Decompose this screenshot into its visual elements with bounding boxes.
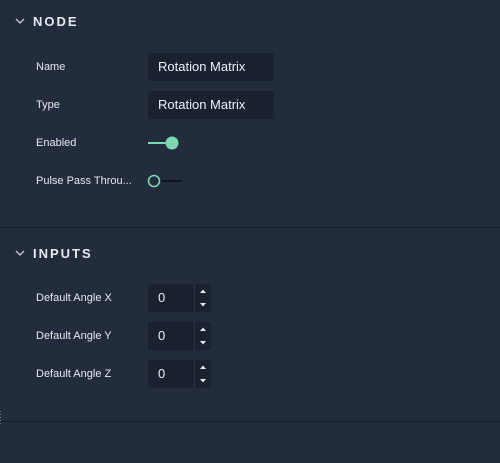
section-divider <box>0 421 500 422</box>
caret-down-icon[interactable] <box>195 336 211 350</box>
default-angle-z-stepper[interactable]: 0 <box>148 360 211 388</box>
default-angle-x-stepper[interactable]: 0 <box>148 284 211 312</box>
inputs-section-header[interactable]: INPUTS <box>0 241 500 265</box>
node-section-title: NODE <box>33 13 79 29</box>
default-angle-x-label: Default Angle X <box>36 292 112 304</box>
caret-up-icon[interactable] <box>195 322 211 336</box>
pulse-pass-through-label: Pulse Pass Throu... <box>36 175 132 187</box>
caret-down-icon[interactable] <box>195 298 211 312</box>
name-label: Name <box>36 61 66 73</box>
default-angle-y-stepper[interactable]: 0 <box>148 322 211 350</box>
default-angle-x-value[interactable]: 0 <box>158 284 165 312</box>
default-angle-z-value[interactable]: 0 <box>158 360 165 388</box>
default-angle-y-value[interactable]: 0 <box>158 322 165 350</box>
node-section-header[interactable]: NODE <box>0 9 500 33</box>
pulse-pass-through-toggle[interactable] <box>146 173 186 189</box>
chevron-down-icon[interactable] <box>14 15 26 27</box>
default-angle-z-label: Default Angle Z <box>36 368 112 380</box>
default-angle-y-label: Default Angle Y <box>36 330 112 342</box>
caret-up-icon[interactable] <box>195 284 211 298</box>
chevron-down-icon[interactable] <box>14 247 26 259</box>
resize-grip-icon[interactable] <box>0 410 3 426</box>
enabled-toggle[interactable] <box>146 135 186 151</box>
caret-down-icon[interactable] <box>195 374 211 388</box>
name-field[interactable]: Rotation Matrix <box>148 53 274 81</box>
stepper-buttons <box>194 284 211 312</box>
inputs-section-title: INPUTS <box>33 245 93 261</box>
section-divider <box>0 227 500 228</box>
enabled-label: Enabled <box>36 137 77 149</box>
type-label: Type <box>36 99 60 111</box>
stepper-buttons <box>194 322 211 350</box>
caret-up-icon[interactable] <box>195 360 211 374</box>
type-field: Rotation Matrix <box>148 91 274 119</box>
stepper-buttons <box>194 360 211 388</box>
